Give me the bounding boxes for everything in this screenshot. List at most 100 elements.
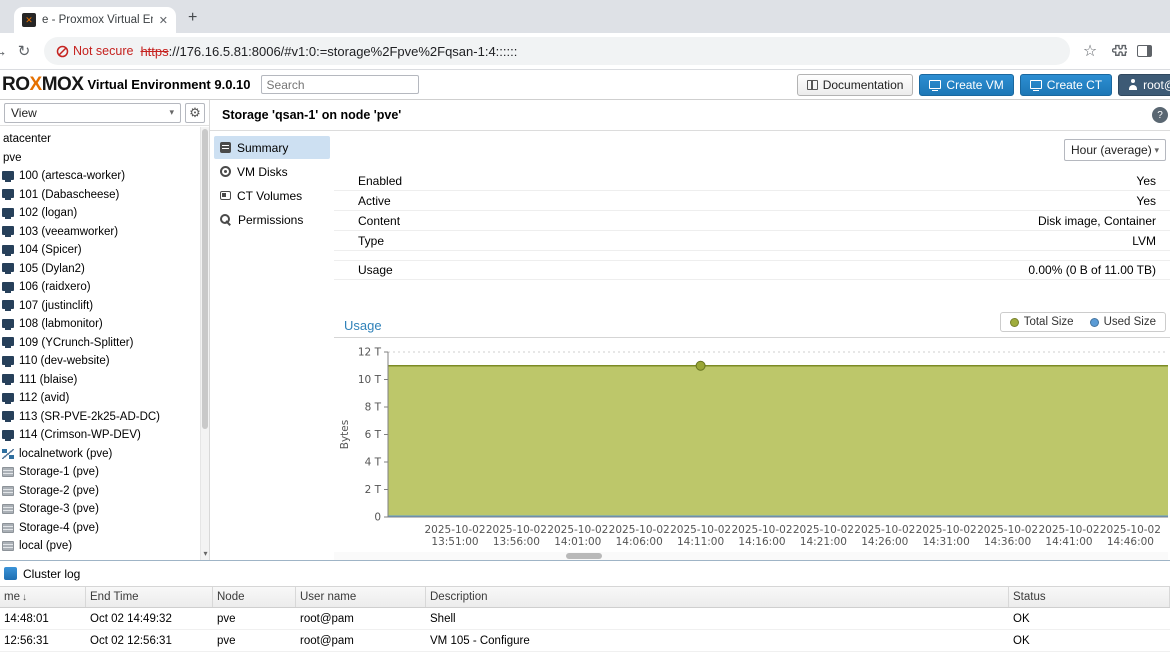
tree-item-storage[interactable]: local (pve) xyxy=(0,537,209,556)
chevron-down-icon: ▾ xyxy=(1154,145,1159,156)
svg-text:13:56:00: 13:56:00 xyxy=(493,536,540,548)
tree-item-storage[interactable]: Storage-1 (pve) xyxy=(0,463,209,482)
tree-item-vm[interactable]: 102 (logan) xyxy=(0,204,209,223)
user-icon xyxy=(1128,79,1138,90)
property-row-enabled: EnabledYes xyxy=(334,171,1170,191)
usage-section-header: Usage Total Size Used Size xyxy=(334,312,1170,338)
column-description[interactable]: Description xyxy=(426,587,1009,607)
cell-status: OK xyxy=(1009,630,1170,651)
svg-text:14:46:00: 14:46:00 xyxy=(1107,536,1154,548)
create-vm-button[interactable]: Create VM xyxy=(919,74,1013,96)
property-label: Active xyxy=(358,194,391,208)
tree-item-vm[interactable]: 100 (artesca-worker) xyxy=(0,167,209,186)
tab-close-icon[interactable]: ✕ xyxy=(159,14,168,27)
tree-item-vm[interactable]: 104 (Spicer) xyxy=(0,241,209,260)
svg-text:2025-10-02: 2025-10-02 xyxy=(609,524,670,536)
tab-ct-volumes[interactable]: CT Volumes xyxy=(214,184,330,207)
browser-tab[interactable]: ✕ e - Proxmox Virtual Environm ✕ xyxy=(14,7,176,33)
svg-text:14:31:00: 14:31:00 xyxy=(923,536,970,548)
column-end-time[interactable]: End Time xyxy=(86,587,213,607)
property-value: Disk image, Container xyxy=(1038,214,1156,228)
view-selector[interactable]: View ▾ xyxy=(4,103,181,123)
cell-user: root@pam xyxy=(296,608,426,629)
tree-item-storage[interactable]: Storage-2 (pve) xyxy=(0,482,209,501)
tree-item-vm[interactable]: 108 (labmonitor) xyxy=(0,315,209,334)
tree-item-vm[interactable]: 109 (YCrunch-Splitter) xyxy=(0,334,209,353)
svg-text:2025-10-02: 2025-10-02 xyxy=(547,524,608,536)
scroll-down-icon[interactable]: ▾ xyxy=(201,549,210,558)
tree-scrollbar[interactable]: ▾ xyxy=(200,127,209,560)
tree-item-vm[interactable]: 112 (avid) xyxy=(0,389,209,408)
scrollbar-thumb[interactable] xyxy=(202,129,208,429)
log-row[interactable]: 14:48:01 Oct 02 14:49:32 pve root@pam Sh… xyxy=(0,608,1170,630)
column-status[interactable]: Status xyxy=(1009,587,1170,607)
not-secure-icon xyxy=(56,45,69,58)
tab-cluster-log[interactable]: Cluster log xyxy=(23,567,80,581)
tree-item-storage[interactable]: Storage-4 (pve) xyxy=(0,519,209,538)
tree-item-vm[interactable]: 101 (Dabascheese) xyxy=(0,186,209,205)
tab-summary[interactable]: Summary xyxy=(214,136,330,159)
refresh-icon[interactable]: ↻ xyxy=(12,42,36,60)
documentation-button[interactable]: Documentation xyxy=(797,74,914,96)
help-button[interactable]: ? xyxy=(1152,107,1168,123)
tree-item-network[interactable]: localnetwork (pve) xyxy=(0,445,209,464)
svg-text:10 T: 10 T xyxy=(358,374,382,386)
vm-icon xyxy=(2,189,14,198)
network-icon xyxy=(2,449,14,459)
svg-text:14:41:00: 14:41:00 xyxy=(1045,536,1092,548)
vm-icon xyxy=(2,282,14,291)
storage-icon xyxy=(2,504,14,514)
tree-item-datacenter[interactable]: atacenter xyxy=(0,130,209,149)
vm-icon xyxy=(2,337,14,346)
not-secure-badge[interactable]: Not secure xyxy=(56,44,133,58)
tab-permissions[interactable]: Permissions xyxy=(214,208,330,231)
tab-vm-disks[interactable]: VM Disks xyxy=(214,160,330,183)
property-label: Enabled xyxy=(358,174,402,188)
tree-settings-button[interactable]: ⚙ xyxy=(185,103,205,123)
bookmark-star-icon[interactable]: ☆ xyxy=(1078,41,1102,61)
url-field[interactable]: Not secure https://176.16.5.81:8006/#v1:… xyxy=(44,37,1070,65)
search-input[interactable] xyxy=(261,75,419,94)
column-user-name[interactable]: User name xyxy=(296,587,426,607)
legend-total-size[interactable]: Total Size xyxy=(1010,316,1074,328)
vm-icon xyxy=(2,411,14,420)
tree-item-node-pve[interactable]: pve xyxy=(0,149,209,168)
svg-text:8 T: 8 T xyxy=(365,402,382,414)
time-range-select[interactable]: Hour (average) ▾ xyxy=(1064,139,1166,161)
log-row[interactable]: 12:56:31 Oct 02 12:56:31 pve root@pam VM… xyxy=(0,630,1170,652)
legend-used-size[interactable]: Used Size xyxy=(1090,316,1156,328)
horizontal-scrollbar[interactable] xyxy=(334,552,1168,560)
svg-text:2025-10-02: 2025-10-02 xyxy=(424,524,485,536)
svg-text:2025-10-02: 2025-10-02 xyxy=(1100,524,1161,536)
new-tab-button[interactable]: + xyxy=(188,9,197,27)
forward-icon[interactable]: → xyxy=(0,43,12,60)
tree-item-vm[interactable]: 113 (SR-PVE-2k25-AD-DC) xyxy=(0,408,209,427)
user-menu-button[interactable]: root@ xyxy=(1118,74,1170,96)
tree-item-vm[interactable]: 105 (Dylan2) xyxy=(0,260,209,279)
disk-icon xyxy=(220,166,231,177)
cell-node: pve xyxy=(213,630,296,651)
page-title: Storage 'qsan-1' on node 'pve' xyxy=(222,108,401,122)
tree-item-vm[interactable]: 111 (blaise) xyxy=(0,371,209,390)
tree-item-vm[interactable]: 106 (raidxero) xyxy=(0,278,209,297)
tree-item-vm[interactable]: 107 (justinclift) xyxy=(0,297,209,316)
column-node[interactable]: Node xyxy=(213,587,296,607)
svg-text:2025-10-02: 2025-10-02 xyxy=(731,524,792,536)
svg-text:14:21:00: 14:21:00 xyxy=(800,536,847,548)
storage-properties: EnabledYes Active Yes Content Disk image, … xyxy=(334,171,1170,280)
tree-item-vm[interactable]: 114 (Crimson-WP-DEV) xyxy=(0,426,209,445)
side-panel-icon[interactable] xyxy=(1137,45,1152,57)
legend-dot xyxy=(1090,318,1099,327)
tree-item-vm[interactable]: 103 (veeamworker) xyxy=(0,223,209,242)
tab-title: e - Proxmox Virtual Environm xyxy=(42,14,153,26)
create-ct-button[interactable]: Create CT xyxy=(1020,74,1112,96)
tree-item-storage[interactable]: Storage-3 (pve) xyxy=(0,500,209,519)
scrollbar-thumb[interactable] xyxy=(566,553,602,559)
property-value: Yes xyxy=(1136,194,1156,208)
column-start-time[interactable]: me↓ xyxy=(0,587,86,607)
tree-item-vm[interactable]: 110 (dev-website) xyxy=(0,352,209,371)
chart-legend[interactable]: Total Size Used Size xyxy=(1000,312,1166,332)
extensions-puzzle-icon[interactable] xyxy=(1112,44,1127,59)
property-label: Content xyxy=(358,214,400,228)
resource-tree-panel: View ▾ ⚙ atacenter pve 100 (artesca-work… xyxy=(0,100,210,560)
